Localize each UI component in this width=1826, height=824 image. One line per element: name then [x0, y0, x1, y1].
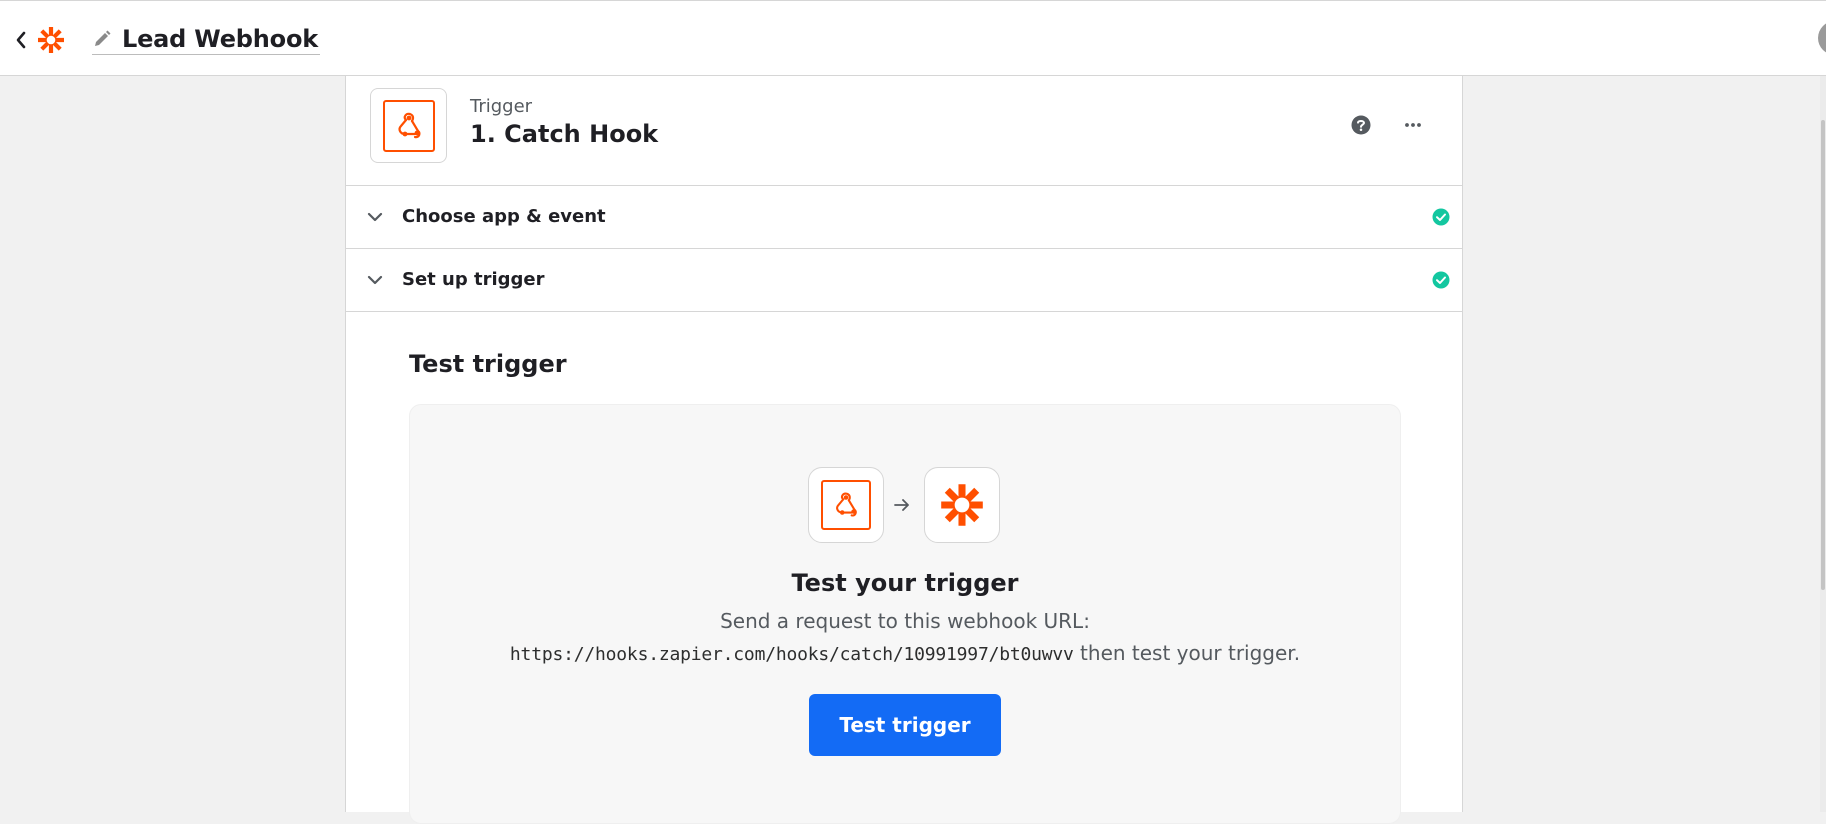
chevron-left-icon[interactable]	[14, 29, 28, 51]
webhook-app-tile	[382, 99, 435, 152]
arrow-right-icon	[894, 499, 909, 511]
step-kind-label: Trigger	[470, 96, 533, 117]
test-trigger-button[interactable]: Test trigger	[809, 694, 1001, 756]
avatar[interactable]	[1818, 21, 1826, 55]
check-circle-icon	[1432, 271, 1450, 289]
test-card-url-line: https://hooks.zapier.com/hooks/catch/109…	[410, 641, 1400, 665]
test-trigger-card: Test your trigger Send a request to this…	[409, 404, 1401, 824]
section-choose-app-event[interactable]: Choose app & event	[346, 186, 1462, 249]
zapier-asterisk-icon	[941, 484, 983, 526]
test-card-instruction: Send a request to this webhook URL:	[720, 609, 1090, 633]
step-name: 1. Catch Hook	[470, 120, 659, 148]
check-circle-icon	[1432, 208, 1450, 226]
step-panel: Trigger 1. Catch Hook Choose app & event…	[345, 76, 1463, 824]
test-section-heading: Test trigger	[409, 350, 567, 378]
section-set-up-trigger[interactable]: Set up trigger	[346, 249, 1462, 312]
webhook-app-badge	[808, 467, 884, 543]
app-connection-icons	[808, 467, 1008, 545]
section-label: Choose app & event	[402, 206, 606, 227]
help-circle-icon[interactable]	[1350, 114, 1372, 136]
pencil-icon	[95, 30, 111, 46]
top-bar: Lead Webhook	[0, 0, 1826, 76]
chevron-down-icon	[367, 275, 383, 285]
step-app-icon-container	[370, 88, 447, 163]
more-horizontal-icon[interactable]	[1400, 114, 1426, 136]
zapier-app-badge	[924, 467, 1000, 543]
step-header: Trigger 1. Catch Hook	[346, 76, 1462, 186]
webhook-app-tile	[821, 480, 871, 530]
zap-title-editor[interactable]: Lead Webhook	[92, 23, 320, 55]
webhook-icon	[398, 112, 421, 138]
zap-title: Lead Webhook	[122, 24, 318, 53]
section-label: Set up trigger	[402, 269, 545, 290]
test-card-title: Test your trigger	[791, 569, 1019, 597]
webhook-icon	[836, 492, 857, 517]
webhook-url[interactable]: https://hooks.zapier.com/hooks/catch/109…	[510, 644, 1074, 665]
scrollbar-thumb[interactable]	[1821, 120, 1825, 590]
zapier-asterisk-icon[interactable]	[36, 25, 66, 55]
test-card-instruction-suffix: then test your trigger.	[1073, 641, 1301, 665]
chevron-down-icon	[367, 212, 383, 222]
